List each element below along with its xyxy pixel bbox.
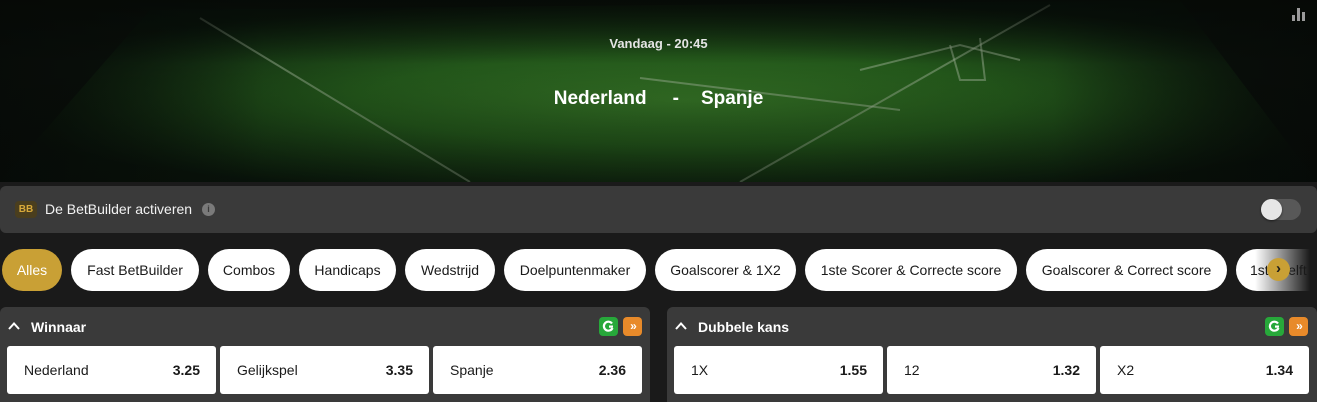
outcome-odds: 2.36	[598, 362, 626, 378]
odds-button[interactable]: Nederland 3.25	[7, 346, 216, 394]
filter-chip-handicaps[interactable]: Handicaps	[299, 249, 396, 291]
filter-chip-goalscorer-correct-score[interactable]: Goalscorer & Correct score	[1026, 249, 1227, 291]
market-dubbele-kans: Dubbele kans » 1X 1.55 12 1.32 X2 1.34	[667, 307, 1317, 402]
filter-chip-fast-betbuilder[interactable]: Fast BetBuilder	[71, 249, 199, 291]
betbuilder-bar: BB De BetBuilder activeren i	[0, 186, 1317, 233]
filter-chip-alles[interactable]: Alles	[2, 249, 62, 291]
outcome-odds: 1.34	[1265, 362, 1293, 378]
outcome-odds: 3.25	[172, 362, 200, 378]
market-title: Winnaar	[31, 319, 87, 335]
outcome-odds: 1.32	[1052, 362, 1080, 378]
market-header[interactable]: Winnaar »	[0, 307, 650, 345]
cashout-icon[interactable]	[1265, 317, 1284, 336]
odds-button[interactable]: Gelijkspel 3.35	[220, 346, 429, 394]
betbuilder-toggle[interactable]	[1261, 199, 1301, 220]
boost-icon[interactable]: »	[1289, 317, 1308, 336]
betbuilder-label: De BetBuilder activeren	[45, 201, 193, 217]
odds-button[interactable]: 1X 1.55	[674, 346, 883, 394]
market-title: Dubbele kans	[698, 319, 790, 335]
outcome-label: Gelijkspel	[237, 362, 298, 378]
betbuilder-badge: BB	[15, 201, 37, 218]
market-winnaar: Winnaar » Nederland 3.25 Gelijkspel 3.35…	[0, 307, 650, 402]
home-team: Nederland	[553, 88, 647, 109]
toggle-knob	[1261, 199, 1282, 220]
chevron-up-icon[interactable]	[8, 320, 20, 332]
info-icon[interactable]: i	[202, 203, 215, 216]
match-teams: Nederland - Spanje	[0, 88, 1317, 110]
away-team: Spanje	[700, 88, 764, 109]
outcome-label: Spanje	[450, 362, 494, 378]
outcome-label: 1X	[691, 362, 709, 378]
match-time: Vandaag - 20:45	[609, 36, 708, 51]
outcome-odds: 1.55	[839, 362, 867, 378]
boost-icon[interactable]: »	[623, 317, 642, 336]
cashout-icon[interactable]	[599, 317, 618, 336]
filter-chip-doelpuntenmaker[interactable]: Doelpuntenmaker	[504, 249, 646, 291]
outcome-odds: 3.35	[385, 362, 413, 378]
filter-chip-wedstrijd[interactable]: Wedstrijd	[405, 249, 495, 291]
bar-chart-icon[interactable]	[1292, 7, 1306, 21]
market-header[interactable]: Dubbele kans »	[667, 307, 1317, 345]
outcome-label: X2	[1117, 362, 1135, 378]
filter-chip-combos[interactable]: Combos	[208, 249, 290, 291]
outcome-label: Nederland	[24, 362, 89, 378]
match-hero: Vandaag - 20:45 Nederland - Spanje	[0, 0, 1317, 182]
outcome-label: 12	[904, 362, 920, 378]
market-filter-chips: Alles Fast BetBuilder Combos Handicaps W…	[0, 249, 1310, 291]
team-separator: -	[672, 88, 679, 109]
chevron-up-icon[interactable]	[675, 320, 687, 332]
odds-button[interactable]: Spanje 2.36	[433, 346, 642, 394]
odds-button[interactable]: X2 1.34	[1100, 346, 1309, 394]
filter-chip-1ste-scorer-correcte-score[interactable]: 1ste Scorer & Correcte score	[805, 249, 1017, 291]
odds-button[interactable]: 12 1.32	[887, 346, 1096, 394]
chevron-right-icon[interactable]: ›	[1267, 258, 1290, 281]
filter-chip-goalscorer-1x2[interactable]: Goalscorer & 1X2	[655, 249, 796, 291]
